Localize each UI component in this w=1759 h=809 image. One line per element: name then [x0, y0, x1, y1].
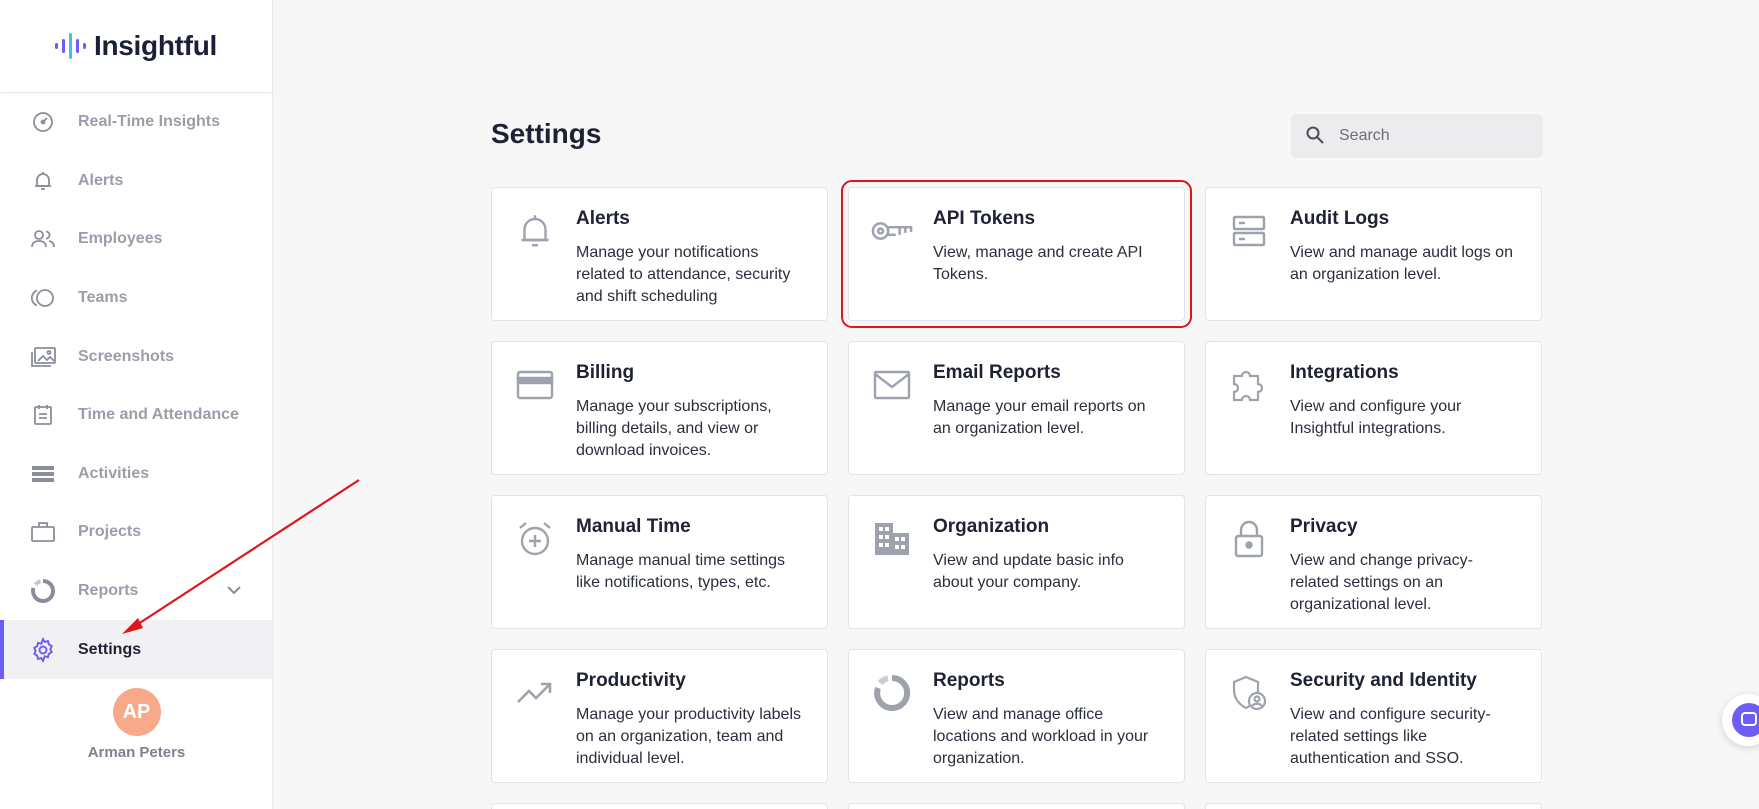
- user-profile[interactable]: AP Arman Peters: [0, 688, 273, 761]
- realtime-gauge-icon: [28, 107, 58, 137]
- sidebar-item-employees[interactable]: Employees: [0, 210, 272, 269]
- lock-icon: [1228, 518, 1270, 560]
- search-icon: [1305, 125, 1327, 147]
- sidebar-item-label: Reports: [78, 582, 139, 600]
- user-name: Arman Peters: [87, 744, 186, 761]
- trend-up-icon: [514, 672, 556, 714]
- bell-icon: [514, 210, 556, 252]
- sidebar-item-alerts[interactable]: Alerts: [0, 152, 272, 211]
- card-description: Manage your notifications related to att…: [576, 244, 791, 305]
- sidebar-item-projects[interactable]: Projects: [0, 503, 272, 562]
- search-input[interactable]: [1339, 127, 1529, 145]
- sidebar-nav: Real-Time Insights Alerts Employees Team…: [0, 93, 272, 679]
- settings-card-partial[interactable]: [1205, 803, 1542, 809]
- sidebar: Insightful Real-Time Insights Alerts Emp…: [0, 0, 273, 809]
- gear-icon: [28, 635, 58, 665]
- sidebar-item-activities[interactable]: Activities: [0, 445, 272, 504]
- card-description: View and manage office locations and wor…: [933, 706, 1149, 767]
- teams-circles-icon: [28, 283, 58, 313]
- settings-card-billing[interactable]: Billing Manage your subscriptions, billi…: [491, 341, 828, 475]
- server-icon: [1228, 210, 1270, 252]
- card-title: Email Reports: [933, 362, 1061, 383]
- briefcase-icon: [28, 517, 58, 547]
- bell-icon: [28, 166, 58, 196]
- sidebar-item-screenshots[interactable]: Screenshots: [0, 327, 272, 386]
- settings-card-email-reports[interactable]: Email Reports Manage your email reports …: [848, 341, 1185, 475]
- settings-card-privacy[interactable]: Privacy View and change privacy-related …: [1205, 495, 1542, 629]
- sidebar-item-settings[interactable]: Settings: [0, 620, 272, 679]
- settings-card-partial[interactable]: [848, 803, 1185, 809]
- settings-card-security-and-identity[interactable]: Security and Identity View and configure…: [1205, 649, 1542, 783]
- card-title: Audit Logs: [1290, 208, 1390, 229]
- building-icon: [871, 518, 913, 560]
- images-icon: [28, 342, 58, 372]
- puzzle-icon: [1228, 364, 1270, 406]
- sidebar-item-real-time-insights[interactable]: Real-Time Insights: [0, 93, 272, 152]
- card-title: Reports: [933, 670, 1005, 691]
- card-description: View, manage and create API Tokens.: [933, 244, 1143, 283]
- chat-widget-button[interactable]: [1722, 694, 1759, 746]
- people-icon: [28, 224, 58, 254]
- card-description: View and update basic info about your co…: [933, 552, 1124, 591]
- sidebar-item-label: Activities: [78, 464, 150, 482]
- settings-card-audit-logs[interactable]: Audit Logs View and manage audit logs on…: [1205, 187, 1542, 321]
- envelope-icon: [871, 364, 913, 406]
- card-title: Alerts: [576, 208, 630, 229]
- chat-bubble-icon: [1732, 703, 1759, 737]
- card-title: API Tokens: [933, 208, 1036, 229]
- credit-card-icon: [514, 364, 556, 406]
- settings-card-api-tokens[interactable]: API Tokens View, manage and create API T…: [841, 180, 1192, 328]
- sidebar-item-label: Real-Time Insights: [78, 113, 220, 131]
- card-title: Privacy: [1290, 516, 1358, 537]
- sidebar-item-label: Teams: [78, 289, 128, 307]
- list-icon: [28, 459, 58, 489]
- settings-card-organization[interactable]: Organization View and update basic info …: [848, 495, 1185, 629]
- settings-card-alerts[interactable]: Alerts Manage your notifications related…: [491, 187, 828, 321]
- card-description: View and manage audit logs on an organiz…: [1290, 244, 1513, 283]
- avatar[interactable]: AP: [112, 688, 161, 736]
- card-title: Manual Time: [576, 516, 691, 537]
- card-title: Integrations: [1290, 362, 1399, 383]
- settings-card-integrations[interactable]: Integrations View and configure your Ins…: [1205, 341, 1542, 475]
- sidebar-item-label: Settings: [78, 640, 142, 658]
- settings-card-productivity[interactable]: Productivity Manage your productivity la…: [491, 649, 828, 783]
- chevron-down-icon[interactable]: [226, 582, 242, 600]
- sidebar-item-time-and-attendance[interactable]: Time and Attendance: [0, 386, 272, 445]
- insightful-logo-icon: [55, 33, 86, 59]
- shield-user-icon: [1228, 672, 1270, 714]
- card-description: View and change privacy-related settings…: [1290, 552, 1473, 613]
- settings-card-partial[interactable]: [491, 803, 828, 809]
- settings-card-reports[interactable]: Reports View and manage office locations…: [848, 649, 1185, 783]
- sidebar-item-teams[interactable]: Teams: [0, 269, 272, 328]
- sidebar-item-reports[interactable]: Reports: [0, 562, 272, 621]
- logo[interactable]: Insightful: [0, 0, 272, 93]
- brand-name: Insightful: [94, 30, 217, 61]
- calendar-icon: [28, 400, 58, 430]
- card-description: Manage your subscriptions, billing detai…: [576, 398, 772, 459]
- page-title: Settings: [491, 118, 602, 149]
- card-description: Manage your email reports on an organiza…: [933, 398, 1146, 437]
- sidebar-item-label: Time and Attendance: [78, 406, 239, 424]
- settings-card-manual-time[interactable]: Manual Time Manage manual time settings …: [491, 495, 828, 629]
- card-description: View and configure security-related sett…: [1290, 706, 1491, 767]
- sidebar-item-label: Screenshots: [78, 347, 175, 365]
- donut-chart-icon: [28, 576, 58, 606]
- card-title: Billing: [576, 362, 635, 383]
- card-title: Productivity: [576, 670, 686, 691]
- alarm-plus-icon: [514, 518, 556, 560]
- sidebar-item-label: Employees: [78, 230, 163, 248]
- sidebar-item-label: Alerts: [78, 171, 124, 189]
- sidebar-item-label: Projects: [78, 523, 142, 541]
- search-box[interactable]: [1291, 114, 1543, 158]
- settings-grid: Alerts Manage your notifications related…: [491, 180, 1542, 809]
- card-description: View and configure your Insightful integ…: [1290, 398, 1462, 437]
- key-icon: [871, 210, 913, 252]
- card-title: Security and Identity: [1290, 670, 1477, 691]
- card-title: Organization: [933, 516, 1050, 537]
- donut-chart-icon: [871, 672, 913, 714]
- card-description: Manage manual time settings like notific…: [576, 552, 785, 591]
- card-description: Manage your productivity labels on an or…: [576, 706, 802, 767]
